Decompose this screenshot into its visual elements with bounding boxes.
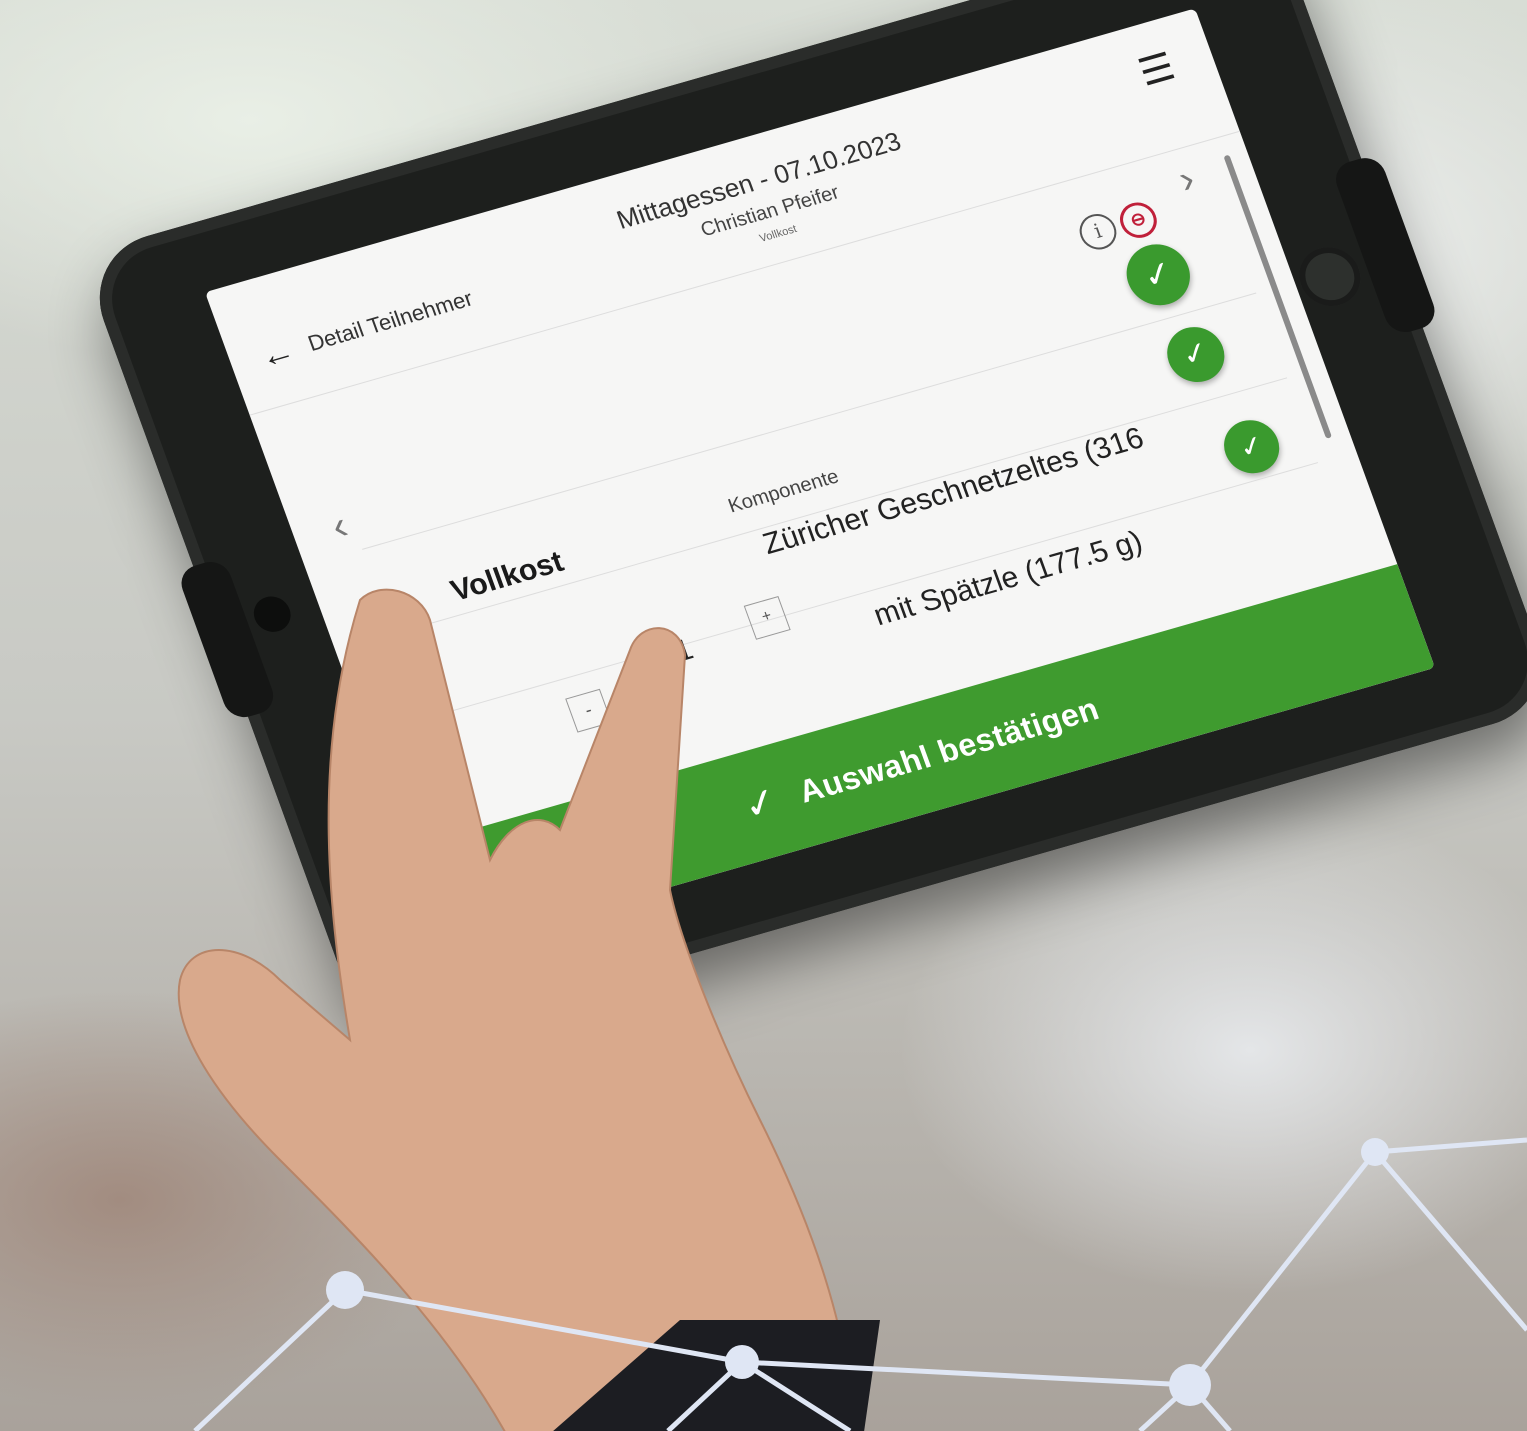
network-graphic	[193, 1137, 1527, 1431]
network-lines	[193, 1137, 1527, 1431]
photo-background: ← Detail Teilnehmer Mittagessen - 07.10.…	[0, 0, 1527, 1431]
